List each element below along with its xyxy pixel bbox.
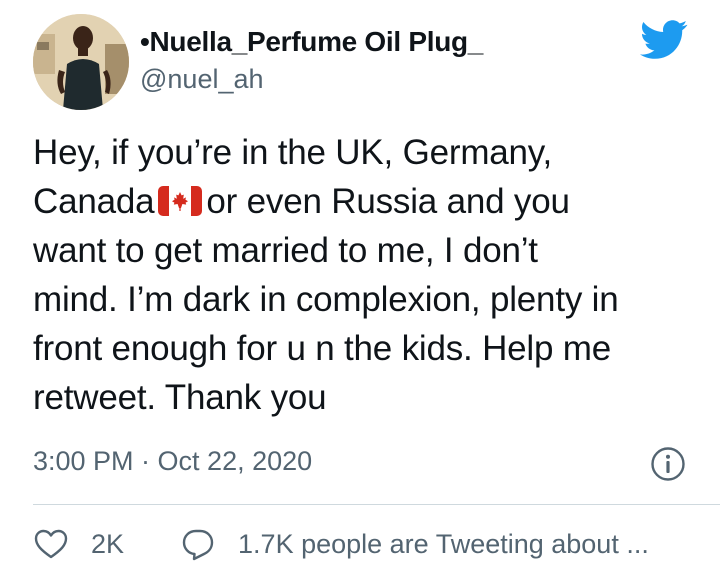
likes-count: 2K: [91, 528, 125, 559]
user-handle[interactable]: @nuel_ah: [140, 64, 264, 95]
tweet-line: want to get married to me, I don’t: [33, 231, 538, 270]
display-name[interactable]: •Nuella_Perfume Oil Plug_: [140, 26, 483, 58]
twitter-bird-icon[interactable]: [640, 20, 688, 60]
tweet-line: Canada or even Russia and you: [33, 177, 698, 226]
divider: [33, 504, 720, 505]
tweet-line: retweet. Thank you: [33, 378, 327, 417]
conversation-link[interactable]: 1.7K people are Tweeting about ...: [180, 526, 649, 562]
tweet-line-part: Canada: [33, 182, 155, 221]
conversation-label: 1.7K people are Tweeting about ...: [238, 528, 649, 559]
tweet-line: Hey, if you’re in the UK, Germany,: [33, 133, 553, 172]
like-button[interactable]: 2K: [33, 526, 124, 562]
canada-flag-icon: [158, 186, 203, 216]
tweet-line: mind. I’m dark in complexion, plenty in: [33, 280, 619, 319]
tweet-line: front enough for u n the kids. Help me: [33, 329, 612, 368]
tweet-text: Hey, if you’re in the UK, Germany, Canad…: [33, 128, 698, 422]
heart-icon: [33, 526, 69, 562]
info-icon[interactable]: [650, 446, 686, 482]
avatar-photo: [33, 14, 129, 110]
tweet-card: •Nuella_Perfume Oil Plug_ @nuel_ah Hey, …: [0, 0, 720, 568]
avatar[interactable]: [33, 14, 129, 110]
tweet-timestamp[interactable]: 3:00 PM · Oct 22, 2020: [33, 446, 312, 477]
tweet-actions: 2K 1.7K people are Tweeting about ...: [33, 524, 649, 564]
speech-bubble-icon: [180, 526, 216, 562]
tweet-line-part: or even Russia and you: [206, 182, 570, 221]
